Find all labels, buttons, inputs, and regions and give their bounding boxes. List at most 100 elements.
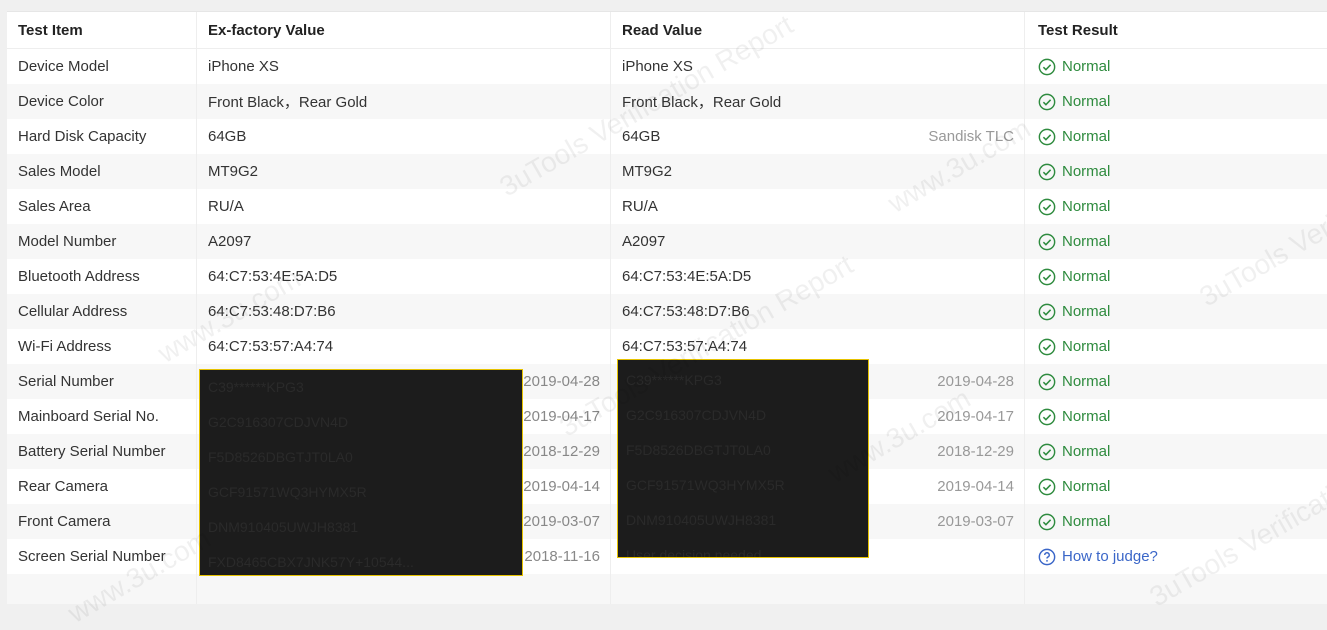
test-result: Normal xyxy=(1025,119,1327,154)
check-circle-icon xyxy=(1038,408,1056,426)
ex-factory-extra: 2019-03-07 xyxy=(523,513,600,530)
result-normal: Normal xyxy=(1038,93,1110,111)
redacted-factory-value: GCF91571WQ3HYMX5R xyxy=(208,484,367,500)
check-circle-icon xyxy=(1038,198,1056,216)
test-item-label: Sales Model xyxy=(7,154,197,189)
table-header: Test Item Ex-factory Value Read Value Te… xyxy=(7,12,1327,49)
check-circle-icon xyxy=(1038,268,1056,286)
read-extra: 2019-04-14 xyxy=(937,478,1014,495)
read-extra: 2018-12-29 xyxy=(937,443,1014,460)
test-item-label: Sales Area xyxy=(7,189,197,224)
read-value: RU/A xyxy=(611,189,1025,224)
table-row: Hard Disk Capacity 64GB 64GB Sandisk TLC … xyxy=(7,119,1327,154)
test-result: Normal xyxy=(1025,294,1327,329)
check-circle-icon xyxy=(1038,443,1056,461)
ex-factory-value: RU/A xyxy=(197,189,611,224)
check-circle-icon xyxy=(1038,338,1056,356)
test-item-label: Device Model xyxy=(7,49,197,84)
table-row: Device Color Front Black，Rear Gold Front… xyxy=(7,84,1327,119)
result-normal: Normal xyxy=(1038,268,1110,286)
test-result: Normal xyxy=(1025,154,1327,189)
result-normal: Normal xyxy=(1038,408,1110,426)
ex-factory-extra: 2019-04-28 xyxy=(523,373,600,390)
header-ex-factory-value: Ex-factory Value xyxy=(197,12,611,48)
read-extra: Sandisk TLC xyxy=(928,128,1014,145)
check-circle-icon xyxy=(1038,58,1056,76)
table-row: Bluetooth Address 64:C7:53:4E:5A:D5 64:C… xyxy=(7,259,1327,294)
test-item-label: Mainboard Serial No. xyxy=(7,399,197,434)
redaction-box-read: C39******KPG3 G2C916307CDJVN4D F5D8526DBGT… xyxy=(617,359,869,558)
table-row: Sales Model MT9G2 MT9G2 Normal xyxy=(7,154,1327,189)
test-item-label: Bluetooth Address xyxy=(7,259,197,294)
test-result: Normal xyxy=(1025,49,1327,84)
table-row: Cellular Address 64:C7:53:48:D7:B6 64:C7… xyxy=(7,294,1327,329)
check-circle-icon xyxy=(1038,93,1056,111)
ex-factory-extra: 2018-12-29 xyxy=(523,443,600,460)
check-circle-icon xyxy=(1038,373,1056,391)
read-extra: 2019-04-28 xyxy=(937,373,1014,390)
test-item-label: Wi-Fi Address xyxy=(7,329,197,364)
redacted-factory-value: C39******KPG3 xyxy=(208,379,304,395)
redaction-box-factory: C39******KPG3 G2C916307CDJVN4D F5D8526DBGT… xyxy=(199,369,523,576)
redacted-read-value: DNM910405UWJH8381 xyxy=(626,512,777,528)
redacted-read-value: GCF91571WQ3HYMX5R xyxy=(626,477,785,493)
read-extra: 2019-04-17 xyxy=(937,408,1014,425)
test-result: Normal xyxy=(1025,259,1327,294)
redacted-factory-value: FXD8465CBX7JNK57Y+10544... xyxy=(208,554,414,570)
how-to-judge-link[interactable]: How to judge? xyxy=(1038,548,1158,566)
test-item-label: Serial Number xyxy=(7,364,197,399)
test-result: Normal xyxy=(1025,329,1327,364)
test-result[interactable]: How to judge? xyxy=(1025,539,1327,574)
read-value: iPhone XS xyxy=(611,49,1025,84)
redacted-read-value: F5D8526DBGTJT0LA0 xyxy=(626,442,771,458)
read-value: 64:C7:53:48:D7:B6 xyxy=(611,294,1025,329)
check-circle-icon xyxy=(1038,478,1056,496)
read-value: A2097 xyxy=(611,224,1025,259)
question-circle-icon xyxy=(1038,548,1056,566)
table-row: Sales Area RU/A RU/A Normal xyxy=(7,189,1327,224)
test-result: Normal xyxy=(1025,434,1327,469)
header-read-value: Read Value xyxy=(611,12,1025,48)
check-circle-icon xyxy=(1038,513,1056,531)
result-normal: Normal xyxy=(1038,303,1110,321)
result-normal: Normal xyxy=(1038,373,1110,391)
redacted-factory-value: G2C916307CDJVN4D xyxy=(208,414,349,430)
redacted-read-value: User decision needed xyxy=(626,547,762,558)
result-normal: Normal xyxy=(1038,58,1110,76)
check-circle-icon xyxy=(1038,128,1056,146)
result-normal: Normal xyxy=(1038,338,1110,356)
test-result: Normal xyxy=(1025,469,1327,504)
test-result: Normal xyxy=(1025,224,1327,259)
test-item-label: Front Camera xyxy=(7,504,197,539)
test-result: Normal xyxy=(1025,189,1327,224)
ex-factory-value: 64GB xyxy=(197,119,611,154)
check-circle-icon xyxy=(1038,233,1056,251)
test-item-label: Rear Camera xyxy=(7,469,197,504)
table-row: Device Model iPhone XS iPhone XS Normal xyxy=(7,49,1327,84)
ex-factory-extra: 2019-04-14 xyxy=(523,478,600,495)
ex-factory-value: A2097 xyxy=(197,224,611,259)
redacted-factory-value: F5D8526DBGTJT0LA0 xyxy=(208,449,353,465)
read-value: MT9G2 xyxy=(611,154,1025,189)
check-circle-icon xyxy=(1038,303,1056,321)
ex-factory-value: 64:C7:53:4E:5A:D5 xyxy=(197,259,611,294)
table-row: Model Number A2097 A2097 Normal xyxy=(7,224,1327,259)
redacted-factory-value: DNM910405UWJH8381 xyxy=(208,519,359,535)
result-normal: Normal xyxy=(1038,198,1110,216)
result-normal: Normal xyxy=(1038,478,1110,496)
test-item-label: Hard Disk Capacity xyxy=(7,119,197,154)
result-normal: Normal xyxy=(1038,513,1110,531)
result-normal: Normal xyxy=(1038,233,1110,251)
test-result: Normal xyxy=(1025,364,1327,399)
ex-factory-value: 64:C7:53:57:A4:74 xyxy=(197,329,611,364)
test-item-label: Device Color xyxy=(7,84,197,119)
redacted-read-value: C39******KPG3 xyxy=(626,372,722,388)
check-circle-icon xyxy=(1038,163,1056,181)
test-result: Normal xyxy=(1025,504,1327,539)
test-item-label: Screen Serial Number xyxy=(7,539,197,574)
header-test-item: Test Item xyxy=(7,12,197,48)
ex-factory-value: MT9G2 xyxy=(197,154,611,189)
read-extra: 2019-03-07 xyxy=(937,513,1014,530)
header-test-result: Test Result xyxy=(1038,21,1118,39)
result-normal: Normal xyxy=(1038,163,1110,181)
